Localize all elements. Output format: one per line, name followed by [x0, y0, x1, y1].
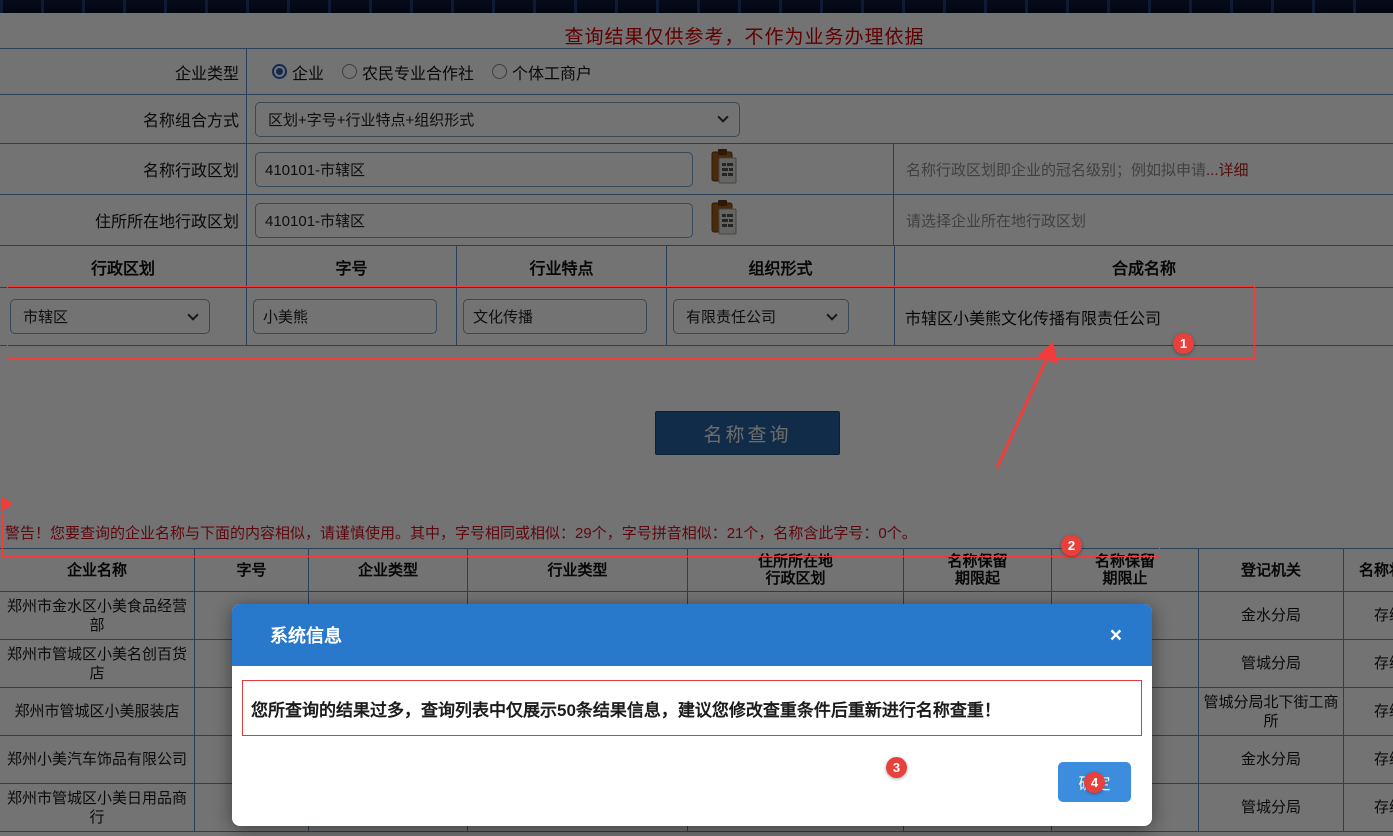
system-info-modal: 系统信息 × 您所查询的结果过多，查询列表中仅展示50条结果信息，建议您修改查重… — [232, 604, 1152, 826]
modal-title: 系统信息 — [270, 622, 1110, 648]
modal-message-text: 您所查询的结果过多，查询列表中仅展示50条结果信息，建议您修改查重条件后重新进行… — [251, 696, 1001, 721]
modal-header: 系统信息 × — [232, 604, 1152, 666]
confirm-button[interactable]: 确定 — [1058, 762, 1131, 802]
modal-message-box: 您所查询的结果过多，查询列表中仅展示50条结果信息，建议您修改查重条件后重新进行… — [242, 680, 1142, 736]
page: 查询结果仅供参考，不作为业务办理依据 企业类型 企业 农民专业合作社 — [0, 0, 1393, 836]
close-icon[interactable]: × — [1110, 625, 1122, 646]
